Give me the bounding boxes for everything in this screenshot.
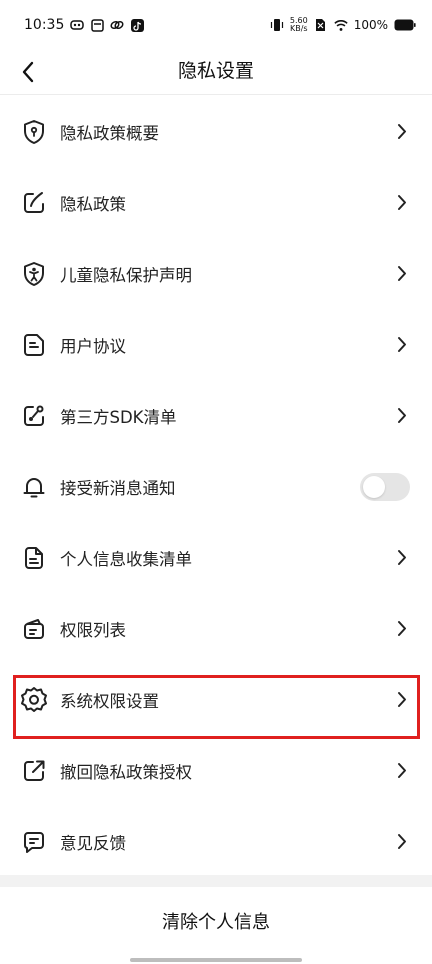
battery-percent: 100% [353,18,388,32]
vibrate-icon [270,18,284,32]
clear-personal-info-button[interactable]: 清除个人信息 [0,887,432,955]
toggle-knob [363,475,385,498]
status-time: 10:35 [24,17,65,33]
item-label: 第三方SDK清单 [60,407,177,427]
item-label: 接受新消息通知 [60,478,176,498]
no-sim-icon [314,18,328,32]
chevron-right-icon [394,690,410,710]
item-label: 隐私政策 [60,194,126,214]
list-item-third-party-sdk[interactable]: 第三方SDK清单 [0,380,432,451]
chevron-right-icon [394,122,410,142]
edit-document-icon [20,189,48,217]
notification-toggle[interactable] [360,472,410,501]
header: 隐私设置 [0,50,432,95]
tiktok-notification-icon [130,18,144,32]
agreement-doc-icon [20,331,48,359]
item-label: 隐私政策概要 [60,123,159,143]
status-bar: 10:35 5.60 KB/s 100% [0,0,432,50]
battery-icon [394,18,416,32]
list-item-permission-list[interactable]: 权限列表 [0,593,432,664]
list-item-privacy-policy[interactable]: 隐私政策 [0,167,432,238]
item-label: 系统权限设置 [60,691,159,711]
chevron-right-icon [394,761,410,781]
shield-lock-icon [20,118,48,146]
document-list-icon [20,544,48,572]
item-label: 撤回隐私政策授权 [60,762,192,782]
external-edit-icon [20,757,48,785]
network-speed-unit: KB/s [289,24,308,33]
list-item-personal-info-list[interactable]: 个人信息收集清单 [0,522,432,593]
chevron-right-icon [394,264,410,284]
wallet-icon [20,615,48,643]
item-label: 儿童隐私保护声明 [60,265,192,285]
wifi-icon [334,18,348,32]
list-item-user-agreement[interactable]: 用户协议 [0,309,432,380]
chevron-right-icon [394,193,410,213]
app-notification-icon [70,18,85,32]
item-label: 个人信息收集清单 [60,549,192,569]
item-label: 用户协议 [60,336,126,356]
section-divider [0,875,432,887]
chevron-right-icon [394,335,410,355]
list-item-revoke-authorization[interactable]: 撤回隐私政策授权 [0,735,432,806]
list-item-message-notification: 接受新消息通知 [0,451,432,522]
chevron-right-icon [394,619,410,639]
link-notification-icon [110,18,124,32]
list-item-child-privacy[interactable]: 儿童隐私保护声明 [0,238,432,309]
list-item-feedback[interactable]: 意见反馈 [0,806,432,877]
child-shield-icon [20,260,48,288]
chevron-right-icon [394,832,410,852]
chevron-right-icon [394,406,410,426]
feedback-chat-icon [20,828,48,856]
list-item-privacy-summary[interactable]: 隐私政策概要 [0,96,432,167]
bell-icon [20,473,48,501]
item-label: 意见反馈 [60,833,126,853]
network-speed: 5.60 KB/s [290,17,308,33]
home-indicator[interactable] [130,958,302,962]
gear-icon [20,686,48,714]
item-label: 权限列表 [60,620,126,640]
page-title: 隐私设置 [177,60,254,82]
settings-list: 隐私政策概要 隐私政策 儿童隐私保护声明 用户协议 第三方SDK清单 接受新消息… [0,96,432,877]
message-notification-icon [90,18,104,32]
list-item-system-permission-settings[interactable]: 系统权限设置 [0,664,432,735]
chevron-right-icon [394,548,410,568]
share-node-icon [20,402,48,430]
